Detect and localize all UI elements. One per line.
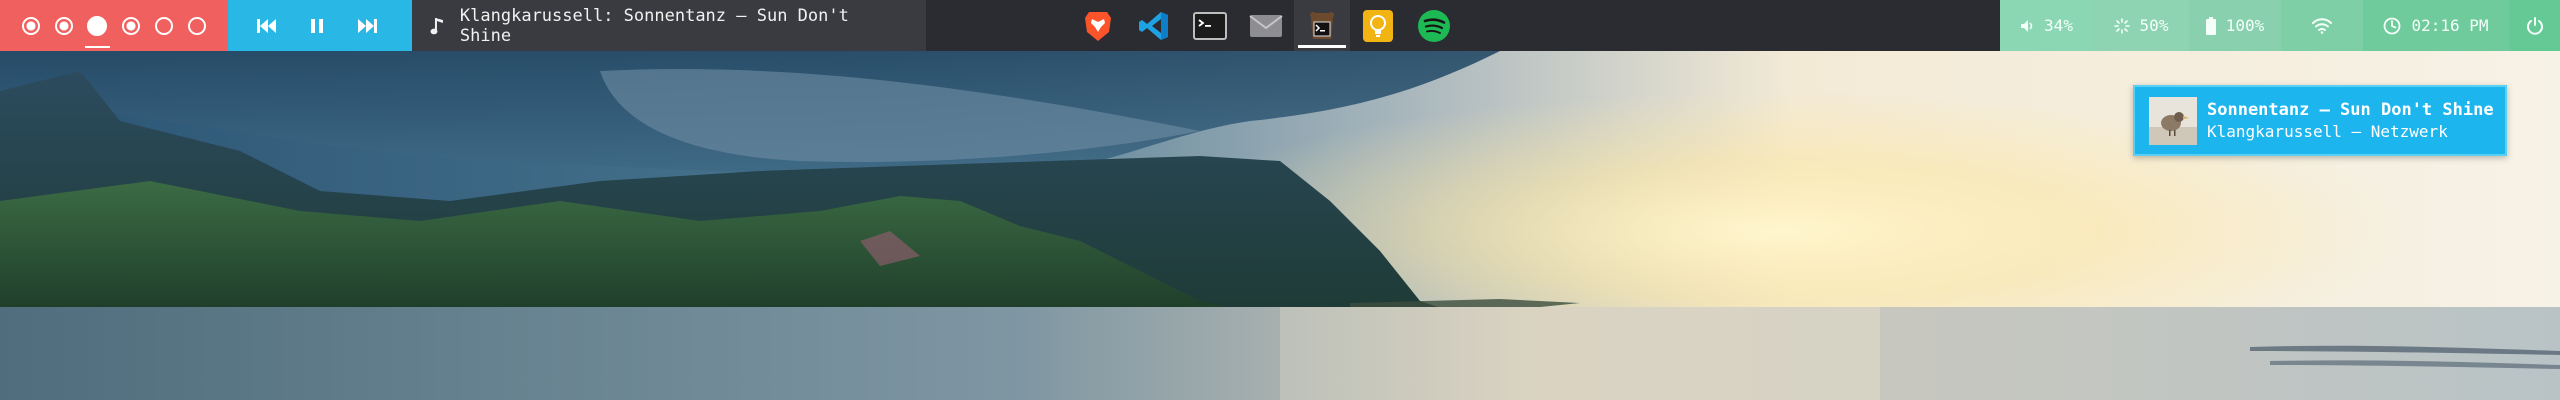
mail-envelope-icon [1249, 14, 1283, 37]
spotify-icon [1418, 9, 1450, 42]
wifi-icon [2312, 17, 2332, 34]
pause-icon [311, 18, 323, 33]
taskbar-mail[interactable] [1238, 0, 1294, 51]
speaker-icon [2021, 19, 2033, 32]
workspace-switcher [0, 0, 228, 51]
notification-title: Sonnentanz – Sun Don't Shine [2207, 100, 2494, 120]
taskbar-spotify[interactable] [1406, 0, 1462, 51]
taskbar-vscode[interactable] [1126, 0, 1182, 51]
workspace-occupied-icon [121, 16, 140, 35]
clock[interactable]: 02:16 PM [2363, 0, 2509, 51]
volume-indicator[interactable]: 34% [2000, 0, 2093, 51]
taskbar-tux-terminal[interactable] [1294, 0, 1350, 51]
vscode-icon [1139, 11, 1168, 40]
pause-button[interactable] [292, 0, 342, 51]
now-playing-text: Klangkarussell: Sonnentanz – Sun Don't S… [459, 5, 849, 46]
workspace-occupied-icon [21, 16, 40, 35]
battery-indicator[interactable]: 100% [2189, 0, 2281, 51]
workspace-6-button[interactable] [181, 0, 214, 51]
notification-body: Klangkarussell – Netzwerk [2207, 122, 2448, 141]
previous-track-button[interactable] [242, 0, 292, 51]
media-controls [228, 0, 412, 51]
skip-previous-icon [257, 18, 276, 33]
skip-next-icon [358, 18, 377, 33]
status-area: 34% 50% 100% 02:16 PM [2000, 0, 2560, 51]
taskbar-lightbulb[interactable] [1350, 0, 1406, 51]
battery-full-icon [2205, 16, 2216, 35]
workspace-4-button[interactable] [114, 0, 147, 51]
battery-value: 100% [2225, 16, 2265, 35]
volume-value: 34% [2044, 16, 2073, 35]
tux-terminal-icon [1310, 11, 1334, 39]
clock-icon [2384, 17, 2401, 34]
workspace-empty-icon [188, 16, 207, 35]
brightness-value: 50% [2139, 16, 2169, 35]
clock-time: 02:16 PM [2411, 16, 2489, 35]
terminal-icon [1193, 11, 1227, 40]
top-panel: Klangkarussell: Sonnentanz – Sun Don't S… [0, 0, 2560, 51]
workspace-occupied-icon [54, 16, 73, 35]
now-playing-notification[interactable]: Sonnentanz – Sun Don't Shine Klangkaruss… [2133, 85, 2507, 156]
wifi-indicator[interactable] [2281, 0, 2363, 51]
brightness-icon [2113, 17, 2130, 34]
workspace-1-button[interactable] [14, 0, 47, 51]
lightbulb-icon [1363, 9, 1393, 42]
music-note-icon [430, 17, 443, 34]
now-playing-label[interactable]: Klangkarussell: Sonnentanz – Sun Don't S… [412, 0, 926, 51]
album-art [2149, 96, 2197, 145]
taskbar [1070, 0, 1462, 51]
brightness-indicator[interactable]: 50% [2093, 0, 2189, 51]
workspace-active-icon [87, 15, 108, 36]
brave-lion-icon [1085, 11, 1111, 41]
workspace-5-button[interactable] [147, 0, 180, 51]
power-button[interactable] [2509, 0, 2560, 51]
workspace-empty-icon [154, 16, 173, 35]
taskbar-brave[interactable] [1070, 0, 1126, 51]
next-track-button[interactable] [342, 0, 392, 51]
power-icon [2526, 16, 2543, 35]
workspace-3-button[interactable] [81, 0, 114, 51]
workspace-2-button[interactable] [47, 0, 80, 51]
taskbar-terminal[interactable] [1182, 0, 1238, 51]
